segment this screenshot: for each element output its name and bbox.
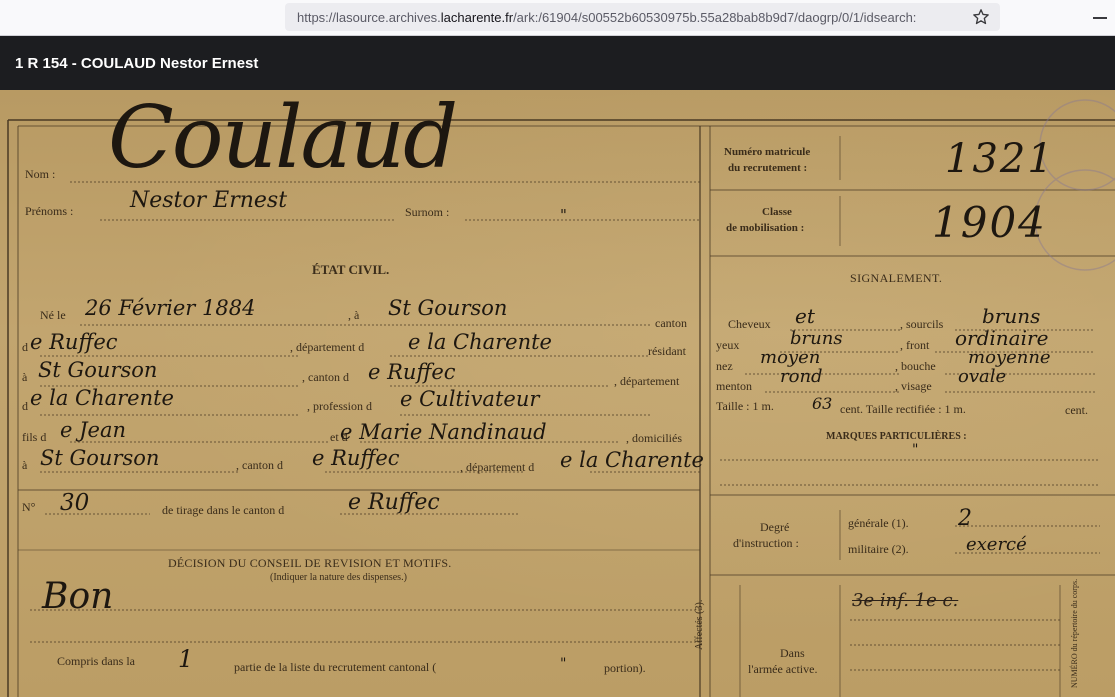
signalement-heading: SIGNALEMENT. bbox=[850, 271, 943, 285]
url-prefix: https://lasource.archives. bbox=[297, 10, 441, 25]
matricule-label-2: du recrutement : bbox=[728, 162, 808, 174]
matricule-label-1: Numéro matricule bbox=[724, 146, 811, 158]
partie-value: 1 bbox=[178, 645, 194, 673]
url-text: https://lasource.archives.lacharente.fr/… bbox=[297, 10, 957, 25]
classe-label-1: Classe bbox=[762, 206, 792, 218]
nez-label: nez bbox=[716, 359, 733, 373]
instruction-militaire-value: exercé bbox=[966, 534, 1027, 555]
a-prefix-2: à bbox=[22, 458, 28, 472]
portion-label: portion). bbox=[604, 661, 646, 675]
cheveux-value: et bbox=[795, 304, 815, 328]
bouche-value: moyenne bbox=[968, 347, 1051, 368]
prenoms-value: Nestor Ernest bbox=[130, 188, 288, 213]
generale-label: générale (1). bbox=[848, 516, 909, 530]
margin-note: NUMÉRO du répertoire du corps. bbox=[1070, 578, 1079, 688]
document-title: 1 R 154 - COULAUD Nestor Ernest bbox=[15, 55, 259, 72]
departement-label: , département bbox=[614, 374, 680, 388]
partie-label: partie de la liste du recrutement canton… bbox=[234, 660, 437, 674]
taille-rectifiee-label: cent. Taille rectifiée : 1 m. bbox=[840, 402, 966, 416]
marques-heading: MARQUES PARTICULIÈRES : bbox=[826, 431, 967, 442]
nez-value: moyen bbox=[760, 347, 821, 368]
decision-note: (Indiquer la nature des dispenses.) bbox=[270, 572, 407, 583]
domicilies-label: , domiciliés bbox=[626, 431, 682, 445]
lieu-naissance-value: St Gourson bbox=[388, 296, 508, 320]
de-prefix-2: d bbox=[22, 399, 28, 413]
ne-le-label: Né le bbox=[40, 308, 66, 322]
viewer-header: 1 R 154 - COULAUD Nestor Ernest bbox=[0, 36, 1115, 90]
portion-value: " bbox=[560, 656, 567, 672]
prenoms-label: Prénoms : bbox=[25, 204, 74, 218]
decision-heading: DÉCISION DU CONSEIL DE REVISION ET MOTIF… bbox=[168, 556, 452, 570]
url-domain: lacharente.fr bbox=[440, 10, 514, 25]
departement-de-label: , département d bbox=[460, 460, 535, 474]
canton-tirage-value: e Ruffec bbox=[348, 490, 440, 515]
cheveux-label: Cheveux bbox=[728, 317, 771, 331]
fils-label: fils d bbox=[22, 430, 47, 444]
bouche-label: , bouche bbox=[895, 359, 936, 373]
profession-label: , profession d bbox=[307, 399, 372, 413]
canton-label: canton bbox=[655, 316, 687, 330]
date-naissance-value: 26 Février 1884 bbox=[85, 296, 256, 320]
marques-value: " bbox=[912, 442, 919, 458]
profession-value: e Cultivateur bbox=[400, 387, 540, 411]
residence-value: St Gourson bbox=[38, 358, 158, 382]
document-image[interactable]: Nom : Prénoms : Surnom : ÉTAT CIVIL. Né … bbox=[0, 90, 1115, 697]
militaire-label: militaire (2). bbox=[848, 542, 909, 556]
canton-de2-label: , canton d bbox=[236, 458, 283, 472]
decision-value: Bon bbox=[42, 576, 114, 617]
numero-label: N° bbox=[22, 500, 36, 514]
dans-label-1: Dans bbox=[780, 646, 805, 660]
sourcils-value: bruns bbox=[982, 304, 1041, 328]
taille-value: 63 bbox=[812, 394, 833, 413]
departement-residence-value: e la Charente bbox=[30, 386, 174, 410]
nom-label: Nom : bbox=[25, 167, 56, 181]
degre-label-2: d'instruction : bbox=[733, 536, 799, 550]
minimize-icon[interactable] bbox=[1093, 17, 1107, 19]
armee-active-value: 3e inf. 1e c. bbox=[852, 590, 959, 611]
degre-label-1: Degré bbox=[760, 520, 790, 534]
compris-label: Compris dans la bbox=[57, 654, 135, 668]
domicile-value: St Gourson bbox=[40, 446, 160, 470]
tirage-label: de tirage dans le canton d bbox=[162, 503, 285, 517]
instruction-generale-value: 2 bbox=[958, 506, 972, 531]
canton-domicile-value: e Ruffec bbox=[312, 446, 400, 470]
affectes-label: Affectés (3). bbox=[694, 599, 705, 650]
url-suffix: /ark:/61904/s00552b60530975b.55a28bab8b9… bbox=[513, 10, 917, 25]
matricule-value: 1321 bbox=[945, 136, 1055, 182]
numero-tirage-value: 30 bbox=[60, 490, 90, 516]
canton-de-label: , canton d bbox=[302, 370, 349, 384]
cent-label: cent. bbox=[1065, 403, 1088, 417]
dans-label-2: l'armée active. bbox=[748, 662, 818, 676]
a-label: , à bbox=[348, 308, 360, 322]
a-prefix-1: à bbox=[22, 370, 28, 384]
bookmark-star-icon[interactable] bbox=[972, 8, 990, 26]
browser-toolbar: https://lasource.archives.lacharente.fr/… bbox=[0, 0, 1115, 36]
canton-residence-value: e Ruffec bbox=[368, 360, 456, 384]
menton-label: menton bbox=[716, 379, 752, 393]
classe-value: 1904 bbox=[932, 198, 1047, 247]
mere-value: e Marie Nandinaud bbox=[340, 420, 547, 444]
canton-naissance-value: e Ruffec bbox=[30, 330, 118, 354]
surnom-label: Surnom : bbox=[405, 205, 450, 219]
address-bar[interactable]: https://lasource.archives.lacharente.fr/… bbox=[285, 3, 1000, 31]
yeux-label: yeux bbox=[716, 338, 740, 352]
sourcils-label: , sourcils bbox=[900, 317, 944, 331]
departement-d-label: , département d bbox=[290, 340, 365, 354]
nom-value: Coulaud bbox=[108, 90, 458, 188]
menton-value: rond bbox=[780, 366, 823, 387]
front-label: , front bbox=[900, 338, 930, 352]
residant-label: résidant bbox=[648, 344, 686, 358]
classe-label-2: de mobilisation : bbox=[726, 222, 805, 234]
taille-label: Taille : 1 m. bbox=[716, 399, 774, 413]
pere-value: e Jean bbox=[60, 418, 126, 442]
surnom-value: " bbox=[560, 206, 567, 224]
visage-value: ovale bbox=[958, 366, 1007, 387]
yeux-value: bruns bbox=[790, 328, 843, 349]
departement-value: e la Charente bbox=[408, 330, 552, 354]
departement-domicile-value: e la Charente bbox=[560, 448, 704, 472]
de-prefix-1: d bbox=[22, 340, 28, 354]
visage-label: , visage bbox=[895, 379, 932, 393]
etat-civil-heading: ÉTAT CIVIL. bbox=[312, 262, 390, 277]
